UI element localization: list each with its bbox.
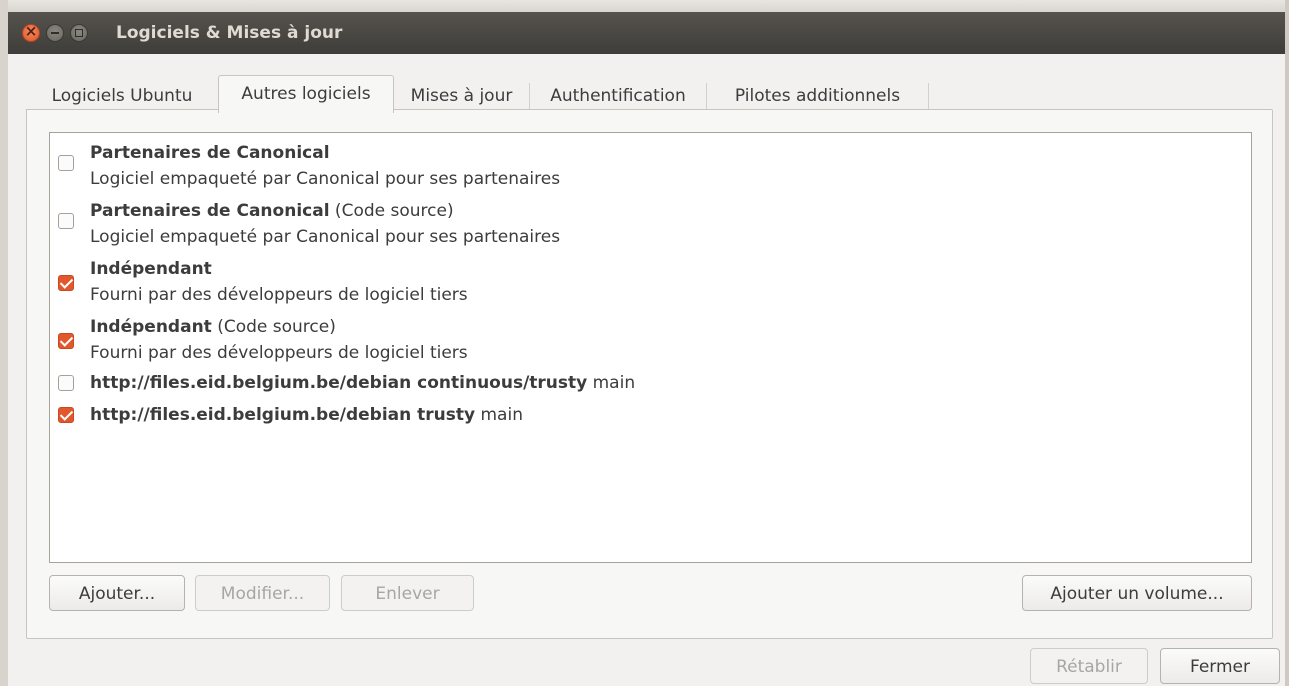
source-description: Fourni par des développeurs de logiciel … bbox=[90, 285, 468, 305]
other-software-panel: Partenaires de Canonical Logiciel empaqu… bbox=[26, 109, 1273, 639]
tab-other-software[interactable]: Autres logiciels bbox=[218, 75, 394, 113]
source-description: Logiciel empaqueté par Canonical pour se… bbox=[90, 169, 561, 189]
window-title: Logiciels & Mises à jour bbox=[116, 23, 343, 43]
source-name: Indépendant bbox=[90, 317, 212, 337]
source-name: Partenaires de Canonical bbox=[90, 201, 330, 221]
source-suffix: (Code source) bbox=[329, 201, 454, 221]
add-button[interactable]: Ajouter... bbox=[49, 575, 185, 611]
source-description: Fourni par des développeurs de logiciel … bbox=[90, 343, 468, 363]
source-name: Partenaires de Canonical bbox=[90, 143, 330, 163]
source-suffix: main bbox=[475, 405, 523, 425]
source-checkbox[interactable] bbox=[58, 375, 74, 391]
source-suffix: (Code source) bbox=[211, 317, 336, 337]
add-volume-button[interactable]: Ajouter un volume... bbox=[1022, 575, 1252, 611]
source-name: Indépendant bbox=[90, 259, 212, 279]
source-checkbox[interactable] bbox=[58, 333, 74, 349]
source-name: http://files.eid.belgium.be/debian trust… bbox=[90, 405, 476, 425]
tab-additional-drivers[interactable]: Pilotes additionnels bbox=[707, 83, 929, 111]
source-description: Logiciel empaqueté par Canonical pour se… bbox=[90, 227, 561, 247]
maximize-window-icon[interactable] bbox=[70, 24, 88, 42]
source-name: http://files.eid.belgium.be/debian conti… bbox=[90, 373, 588, 393]
source-checkbox[interactable] bbox=[58, 213, 74, 229]
minimize-window-icon[interactable] bbox=[46, 24, 64, 42]
source-checkbox[interactable] bbox=[58, 155, 74, 171]
edit-button[interactable]: Modifier... bbox=[195, 575, 330, 611]
revert-button[interactable]: Rétablir bbox=[1030, 648, 1148, 684]
sources-list[interactable]: Partenaires de Canonical Logiciel empaqu… bbox=[49, 132, 1252, 563]
tab-authentication[interactable]: Authentification bbox=[530, 83, 707, 111]
source-checkbox[interactable] bbox=[58, 275, 74, 291]
software-updates-window: Logiciels & Mises à jour Logiciels Ubunt… bbox=[8, 12, 1285, 686]
close-button[interactable]: Fermer bbox=[1160, 648, 1280, 684]
desktop-background-left bbox=[0, 0, 8, 686]
source-checkbox[interactable] bbox=[58, 407, 74, 423]
close-window-icon[interactable] bbox=[22, 22, 40, 42]
remove-button[interactable]: Enlever bbox=[341, 575, 474, 611]
desktop-background-top bbox=[0, 0, 1289, 12]
tab-ubuntu-software[interactable]: Logiciels Ubuntu bbox=[26, 83, 219, 111]
desktop-background-right bbox=[1285, 0, 1289, 686]
tab-updates[interactable]: Mises à jour bbox=[394, 83, 530, 111]
title-bar[interactable]: Logiciels & Mises à jour bbox=[8, 12, 1285, 54]
source-suffix: main bbox=[587, 373, 636, 393]
